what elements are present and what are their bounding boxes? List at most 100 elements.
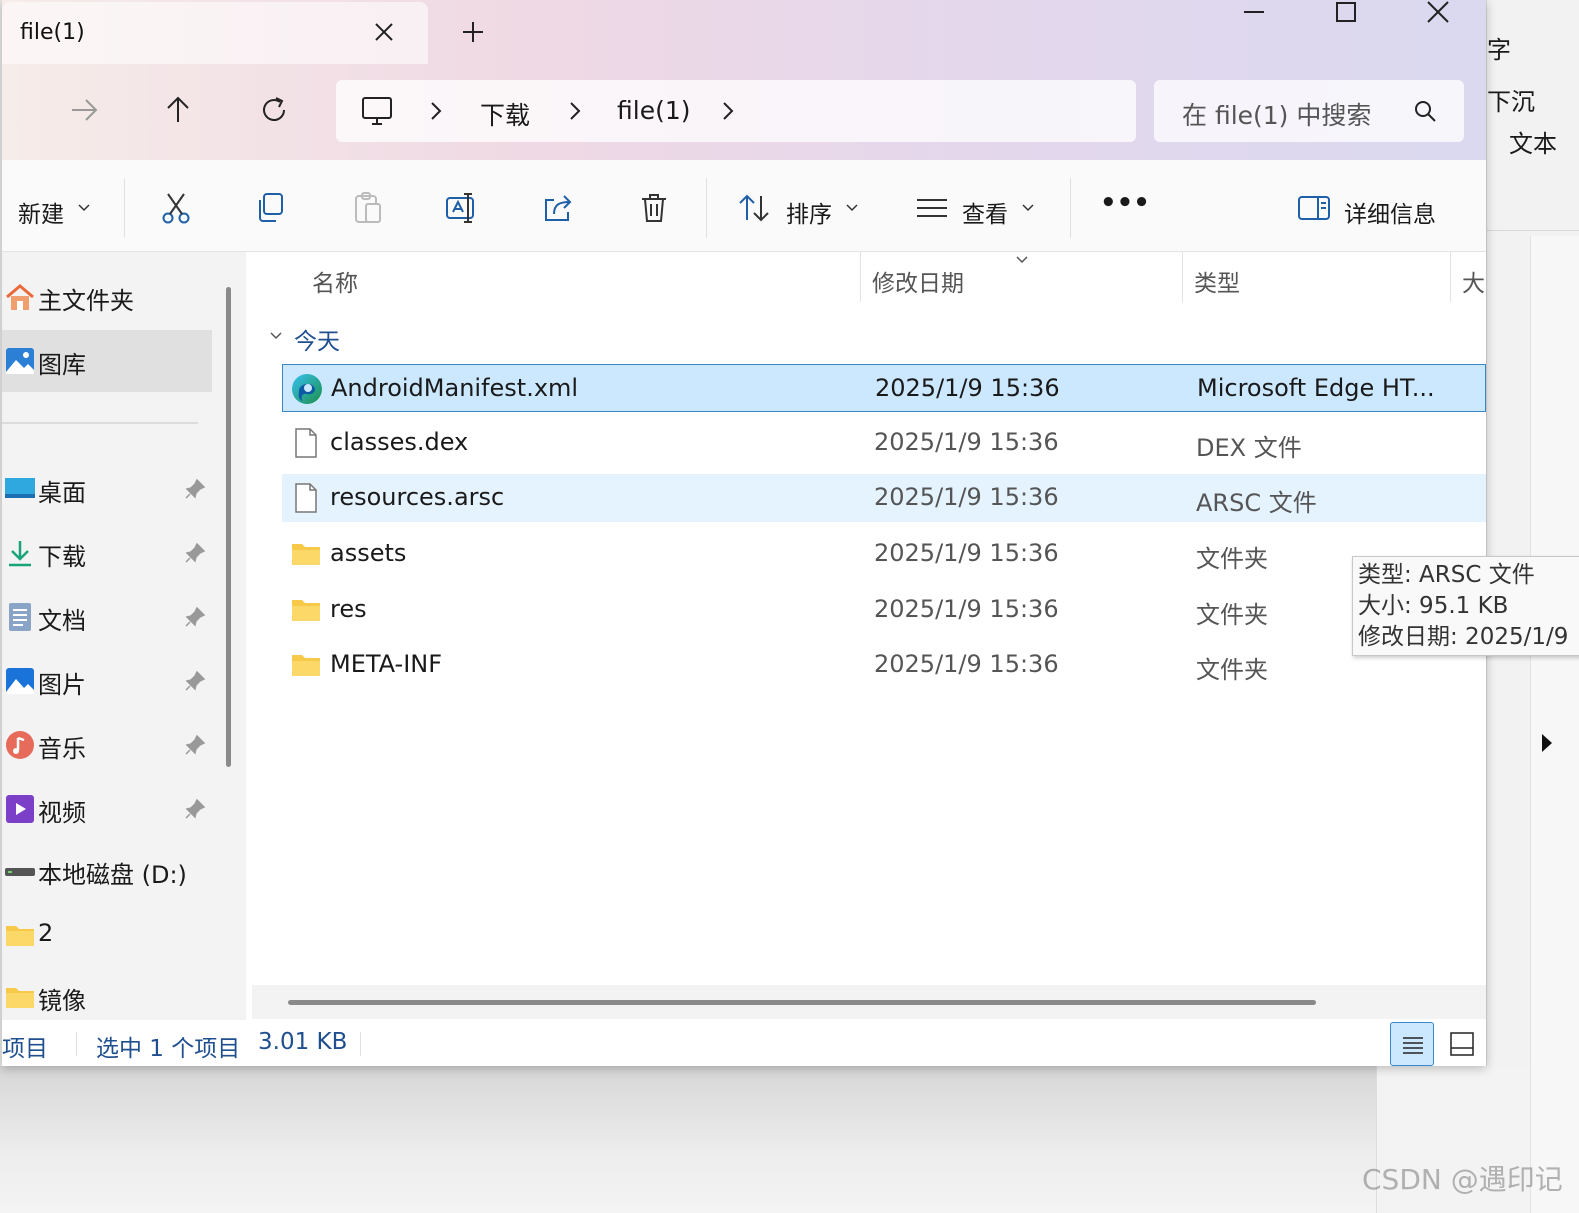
- delete-icon[interactable]: [636, 190, 672, 226]
- rename-icon[interactable]: [444, 190, 480, 226]
- file-name: res: [330, 595, 367, 623]
- file-name: classes.dex: [330, 428, 469, 456]
- sidebar-item-drive-d[interactable]: 本地磁盘 (D:): [2, 840, 212, 902]
- tiles-view-button[interactable]: [1440, 1022, 1484, 1066]
- pin-icon[interactable]: [184, 734, 206, 756]
- breadcrumb-chevron-icon[interactable]: [720, 100, 736, 122]
- view-list-icon[interactable]: [914, 190, 950, 226]
- breadcrumb-chevron-icon[interactable]: [428, 100, 444, 122]
- copy-icon[interactable]: [254, 190, 290, 226]
- sidebar-scrollbar[interactable]: [226, 287, 231, 767]
- column-header-size[interactable]: 大: [1462, 264, 1485, 298]
- address-bar[interactable]: 下载 file(1): [336, 80, 1136, 142]
- sidebar-item-folder-mirror[interactable]: 镜像: [2, 966, 212, 1028]
- file-row-assets[interactable]: assets 2025/1/9 15:36 文件夹: [282, 530, 1486, 578]
- bg-text-zi: 字: [1487, 36, 1511, 64]
- search-box[interactable]: 在 file(1) 中搜索: [1154, 80, 1464, 142]
- file-type: Microsoft Edge HT...: [1197, 374, 1435, 402]
- file-tooltip: 类型: ARSC 文件 大小: 95.1 KB 修改日期: 2025/1/9: [1352, 556, 1579, 656]
- details-pane-icon[interactable]: [1296, 190, 1332, 226]
- sidebar-divider: [2, 422, 198, 424]
- sidebar-item-documents[interactable]: 文档: [2, 586, 212, 648]
- explorer-window: file(1) 下载 file(1) 在 file(1) 中搜索 新建 排序 查…: [2, 0, 1486, 1066]
- sidebar-item-videos[interactable]: 视频: [2, 778, 212, 840]
- pictures-icon: [6, 668, 34, 694]
- group-header-today[interactable]: 今天: [294, 322, 340, 356]
- file-type: 文件夹: [1196, 545, 1268, 573]
- column-header-name[interactable]: 名称: [312, 264, 358, 298]
- folder-icon: [6, 988, 34, 1008]
- horizontal-scrollbar[interactable]: [288, 1000, 1316, 1005]
- sidebar-item-desktop[interactable]: 桌面: [2, 458, 212, 520]
- sidebar-item-label: 本地磁盘 (D:): [38, 861, 187, 889]
- music-icon: [6, 731, 34, 759]
- file-date: 2025/1/9 15:36: [874, 483, 1059, 511]
- close-tab-icon[interactable]: [370, 18, 398, 46]
- status-item-count: 项目: [2, 1036, 48, 1062]
- details-button[interactable]: 详细信息: [1344, 195, 1436, 229]
- breadcrumb-file1[interactable]: file(1): [617, 96, 691, 125]
- sidebar-item-music[interactable]: 音乐: [2, 714, 212, 776]
- pin-icon[interactable]: [184, 542, 206, 564]
- sidebar-item-label: 下载: [38, 543, 86, 571]
- folder-icon: [6, 926, 34, 946]
- refresh-icon[interactable]: [254, 90, 294, 130]
- sidebar-item-folder-2[interactable]: 2: [2, 904, 212, 966]
- column-header-date[interactable]: 修改日期: [872, 264, 964, 298]
- sort-button[interactable]: 排序: [786, 195, 832, 229]
- sidebar-item-label: 图库: [38, 351, 86, 379]
- view-button[interactable]: 查看: [962, 195, 1008, 229]
- pin-icon[interactable]: [184, 478, 206, 500]
- video-icon: [6, 795, 34, 823]
- sidebar-item-pictures[interactable]: 图片: [2, 650, 212, 712]
- collapse-group-icon[interactable]: [268, 330, 284, 342]
- details-view-button[interactable]: [1390, 1022, 1434, 1066]
- cut-icon[interactable]: [158, 190, 194, 226]
- edge-icon: [292, 374, 322, 404]
- sidebar-item-label: 音乐: [38, 735, 86, 763]
- breadcrumb-chevron-icon[interactable]: [567, 100, 583, 122]
- pin-icon[interactable]: [184, 670, 206, 692]
- file-date: 2025/1/9 15:36: [874, 428, 1059, 456]
- folder-icon: [292, 655, 320, 676]
- file-name: AndroidManifest.xml: [331, 374, 579, 402]
- sidebar-item-label: 视频: [38, 799, 86, 827]
- share-icon[interactable]: [540, 190, 576, 226]
- desktop-background: [0, 1066, 1486, 1213]
- tab-file1[interactable]: file(1): [2, 2, 428, 64]
- paste-icon[interactable]: [350, 190, 386, 226]
- column-header-type[interactable]: 类型: [1194, 264, 1240, 298]
- file-row-resources-arsc[interactable]: resources.arsc 2025/1/9 15:36 ARSC 文件: [282, 474, 1486, 522]
- file-row-res[interactable]: res 2025/1/9 15:36 文件夹: [282, 586, 1486, 634]
- expand-arrow-icon[interactable]: [1536, 728, 1558, 758]
- file-row-androidmanifest[interactable]: AndroidManifest.xml 2025/1/9 15:36 Micro…: [282, 364, 1486, 412]
- breadcrumb-downloads[interactable]: 下载: [480, 96, 530, 132]
- maximize-icon[interactable]: [1316, 0, 1376, 30]
- up-icon[interactable]: [158, 90, 198, 130]
- new-tab-icon[interactable]: [457, 16, 489, 48]
- search-icon[interactable]: [1412, 98, 1438, 124]
- close-icon[interactable]: [1408, 0, 1468, 30]
- sidebar-item-downloads[interactable]: 下载: [2, 522, 212, 584]
- bg-text-xiachen: 下沉: [1487, 88, 1535, 116]
- pin-icon[interactable]: [184, 606, 206, 628]
- file-date: 2025/1/9 15:36: [874, 650, 1059, 678]
- file-row-classes-dex[interactable]: classes.dex 2025/1/9 15:36 DEX 文件: [282, 419, 1486, 467]
- sort-indicator-icon: [1016, 256, 1028, 264]
- forward-icon[interactable]: [64, 90, 104, 130]
- file-row-meta-inf[interactable]: META-INF 2025/1/9 15:36 文件夹: [282, 641, 1486, 689]
- file-date: 2025/1/9 15:36: [874, 539, 1059, 567]
- sidebar-item-gallery[interactable]: 图库: [2, 330, 212, 392]
- search-input[interactable]: 在 file(1) 中搜索: [1182, 96, 1371, 132]
- file-list: 名称 修改日期 类型 大 今天 AndroidManifest.xml 2025…: [248, 252, 1486, 1020]
- drive-icon: [5, 868, 35, 876]
- folder-icon: [292, 600, 320, 621]
- sidebar-item-home[interactable]: 主文件夹: [2, 266, 212, 328]
- minimize-icon[interactable]: [1224, 0, 1284, 30]
- sort-icon[interactable]: [736, 190, 772, 226]
- home-icon: [6, 284, 34, 310]
- pin-icon[interactable]: [184, 798, 206, 820]
- new-button[interactable]: 新建: [18, 195, 64, 229]
- more-options-button[interactable]: •••: [1100, 188, 1150, 218]
- file-icon: [295, 483, 317, 513]
